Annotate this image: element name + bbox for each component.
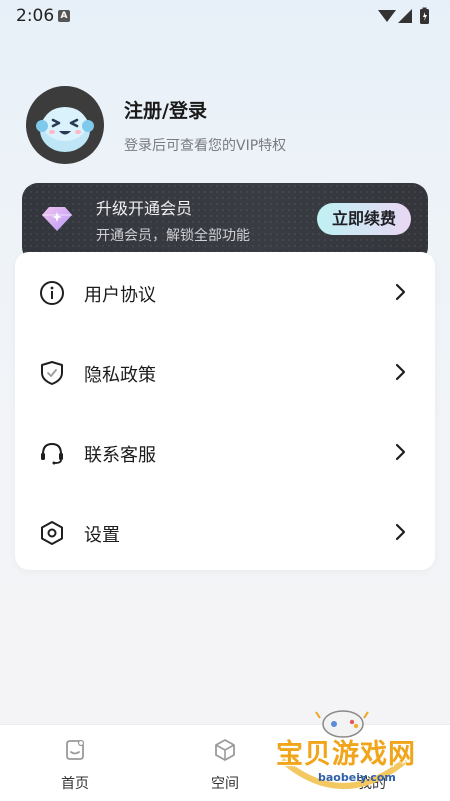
cell-signal-icon — [398, 9, 412, 23]
avatar-mascot-icon — [36, 107, 94, 152]
vip-title: 升级开通会员 — [96, 199, 193, 218]
vip-subtitle: 开通会员，解锁全部功能 — [96, 228, 250, 244]
chevron-right-icon — [395, 443, 406, 461]
menu-item-customer-service[interactable]: 联系客服 — [15, 412, 435, 492]
menu-item-user-agreement[interactable]: 用户协议 — [15, 252, 435, 332]
login-title[interactable]: 注册/登录 — [124, 96, 207, 123]
chevron-right-icon — [395, 523, 406, 541]
watermark-logo: 宝贝游戏网 baobeiy.com — [268, 702, 418, 800]
home-icon — [66, 739, 85, 760]
status-icons — [378, 7, 429, 24]
cube-icon — [215, 739, 235, 761]
notification-icon: A — [58, 10, 70, 22]
menu-label: 联系客服 — [84, 445, 156, 466]
info-icon — [40, 281, 64, 305]
menu-label: 用户协议 — [84, 285, 156, 306]
settings-menu: 用户协议 隐私政策 联系客服 设置 — [15, 252, 435, 570]
wifi-icon — [378, 10, 396, 22]
status-time: 2:06 — [16, 6, 55, 26]
diamond-icon — [42, 207, 72, 231]
menu-label: 隐私政策 — [84, 365, 156, 386]
settings-hex-icon — [41, 521, 63, 545]
renew-now-button[interactable]: 立即续费 — [317, 203, 411, 235]
watermark-text: 宝贝游戏网 — [276, 739, 416, 770]
vip-upgrade-card[interactable]: 升级开通会员 开通会员，解锁全部功能 立即续费 — [22, 183, 428, 263]
shield-icon — [41, 361, 63, 385]
nav-label: 空间 — [211, 776, 239, 792]
menu-label: 设置 — [84, 525, 120, 546]
watermark-url: baobeiy.com — [318, 771, 396, 784]
login-subtitle: 登录后可查看您的VIP特权 — [124, 138, 287, 154]
nav-home[interactable]: 首页 — [35, 725, 115, 801]
menu-item-settings[interactable]: 设置 — [15, 492, 435, 572]
avatar[interactable] — [26, 86, 104, 164]
chevron-right-icon — [395, 363, 406, 381]
status-bar: 2:06 A — [0, 0, 450, 32]
menu-item-privacy-policy[interactable]: 隐私政策 — [15, 332, 435, 412]
nav-label: 首页 — [61, 776, 89, 792]
headset-icon — [41, 442, 63, 465]
chevron-right-icon — [395, 283, 406, 301]
nav-space[interactable]: 空间 — [185, 725, 265, 801]
